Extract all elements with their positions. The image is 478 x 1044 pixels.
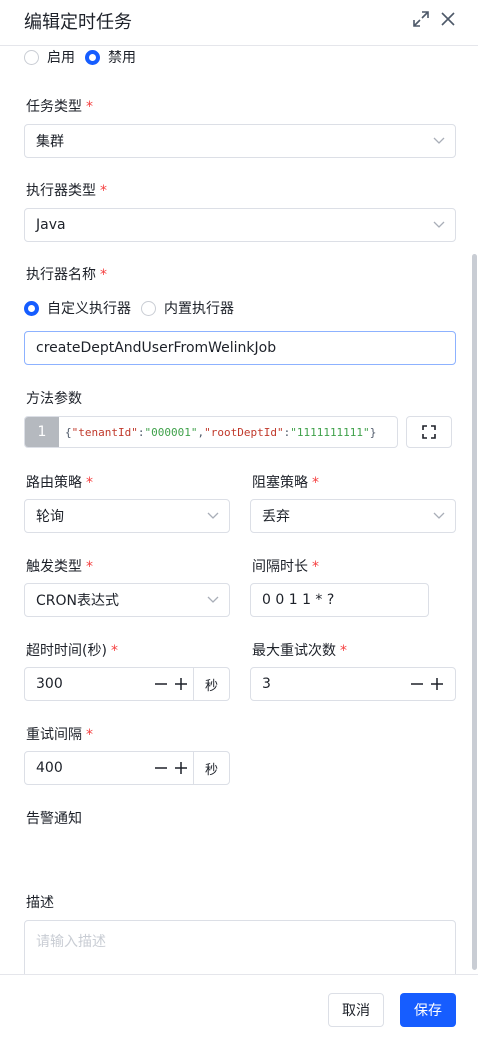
minus-icon[interactable] [153, 760, 169, 776]
executor-name-label: 执行器名称 * [26, 267, 107, 283]
task-type-select[interactable]: 集群 [24, 124, 456, 158]
block-strategy-select[interactable]: 丢弃 [250, 499, 456, 533]
radio-unchecked-icon [24, 49, 39, 65]
chevron-down-icon [433, 221, 445, 228]
plus-icon[interactable] [429, 676, 445, 692]
task-type-label: 任务类型 * [26, 99, 93, 115]
scrollbar-thumb[interactable] [472, 254, 477, 970]
plus-icon[interactable] [173, 676, 189, 692]
max-retry-label: 最大重试次数 * [252, 643, 347, 659]
chevron-down-icon [433, 512, 445, 519]
expand-icon[interactable] [412, 10, 430, 28]
status-radio-disable[interactable]: 禁用 [85, 47, 136, 67]
status-radio-group: 启用 禁用 [24, 46, 146, 68]
method-params-label: 方法参数 [26, 391, 82, 407]
description-placeholder: 请输入描述 [36, 934, 106, 950]
chevron-down-icon [207, 512, 219, 519]
cancel-button[interactable]: 取消 [328, 993, 384, 1027]
interval-input[interactable]: 0 0 1 1 * ? [250, 583, 429, 617]
radio-checked-icon [85, 49, 100, 65]
unit-suffix: 秒 [193, 752, 229, 784]
executor-type-select[interactable]: Java [24, 208, 456, 242]
minus-icon[interactable] [153, 676, 169, 692]
code-content: {"tenantId": "000001", "rootDeptId": "11111… [65, 425, 377, 439]
trigger-type-select[interactable]: CRON表达式 [24, 583, 230, 617]
dialog-header: 编辑定时任务 [0, 0, 478, 46]
fullscreen-button[interactable] [406, 416, 452, 448]
unit-suffix: 秒 [193, 668, 229, 700]
block-strategy-label: 阻塞策略 * [252, 475, 319, 491]
description-label: 描述 [26, 895, 54, 911]
chevron-down-icon [207, 596, 219, 603]
fullscreen-icon [422, 425, 436, 439]
method-params-editor[interactable]: 1 {"tenantId": "000001", "rootDeptId": "111… [24, 416, 398, 448]
close-icon[interactable] [439, 10, 457, 28]
route-strategy-label: 路由策略 * [26, 475, 93, 491]
retry-interval-label: 重试间隔 * [26, 727, 93, 743]
interval-label: 间隔时长 * [252, 559, 319, 575]
plus-icon[interactable] [173, 760, 189, 776]
dialog-footer: 取消 保存 [0, 974, 478, 1044]
chevron-down-icon [433, 137, 445, 144]
retry-interval-number-input[interactable]: 400 秒 [24, 751, 230, 785]
executor-source-radio-group: 自定义执行器 内置执行器 [24, 297, 244, 319]
line-number: 1 [25, 417, 59, 447]
max-retry-number-input[interactable]: 3 [250, 667, 456, 701]
executor-name-input[interactable]: createDeptAndUserFromWelinkJob [24, 331, 456, 365]
radio-checked-icon [24, 300, 39, 316]
minus-icon[interactable] [409, 676, 425, 692]
timeout-number-input[interactable]: 300 秒 [24, 667, 230, 701]
save-button[interactable]: 保存 [400, 993, 456, 1027]
route-strategy-select[interactable]: 轮询 [24, 499, 230, 533]
radio-unchecked-icon [141, 300, 156, 316]
executor-type-label: 执行器类型 * [26, 183, 107, 199]
timeout-label: 超时时间(秒) * [26, 643, 118, 659]
trigger-type-label: 触发类型 * [26, 559, 93, 575]
description-textarea[interactable]: 请输入描述 [24, 920, 456, 974]
alert-label: 告警通知 [26, 811, 82, 827]
status-radio-enable[interactable]: 启用 [24, 47, 75, 67]
dialog-title: 编辑定时任务 [24, 12, 132, 33]
dialog-body: 启用 禁用 任务类型 * 集群 执行器类型 * Java 执行器名称 * 自定义执行器… [0, 46, 478, 974]
executor-radio-builtin[interactable]: 内置执行器 [141, 298, 234, 318]
executor-radio-custom[interactable]: 自定义执行器 [24, 298, 131, 318]
